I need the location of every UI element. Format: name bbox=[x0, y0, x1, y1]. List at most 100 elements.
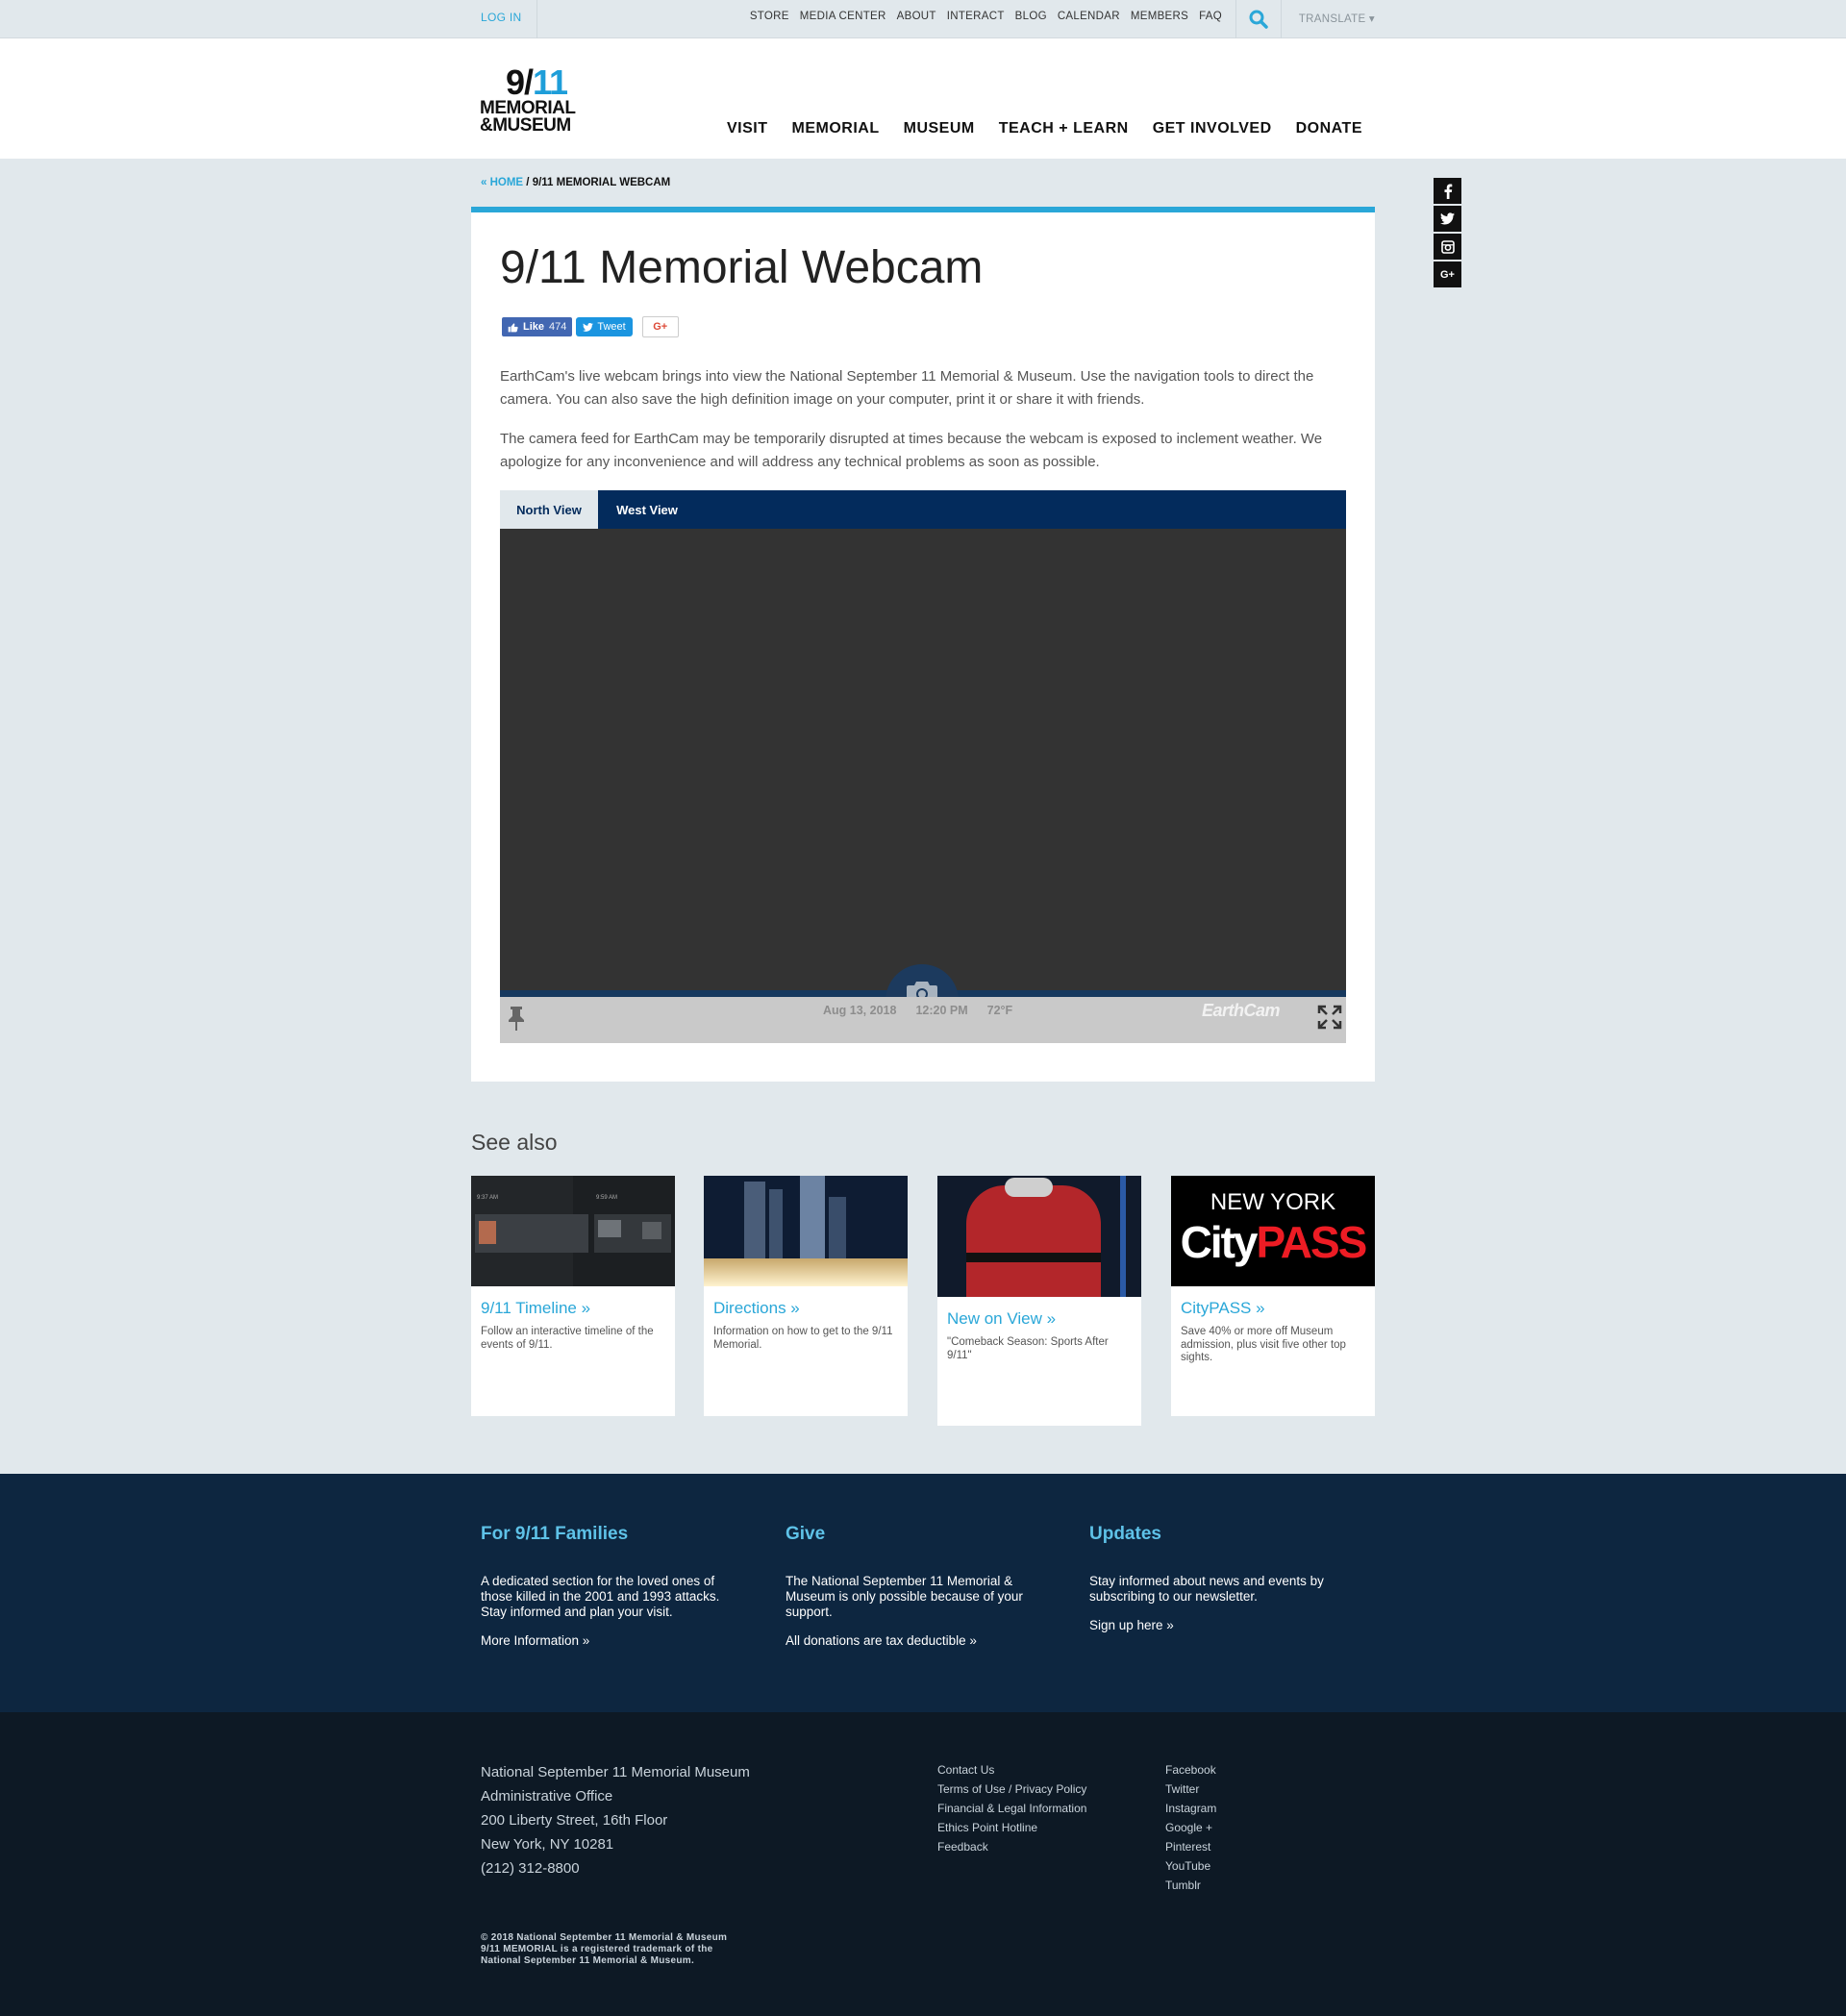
info-band: For 9/11 Families A dedicated section fo… bbox=[0, 1474, 1846, 1712]
pin-icon[interactable] bbox=[506, 1005, 527, 1032]
footer-link-facebook[interactable]: Facebook bbox=[1165, 1760, 1216, 1780]
see-also-card-new-on-view[interactable]: New on View » "Comeback Season: Sports A… bbox=[937, 1176, 1141, 1426]
google-plus-button[interactable]: G+ bbox=[641, 316, 679, 337]
webcam-viewport[interactable] bbox=[500, 529, 1346, 990]
give-link[interactable]: All donations are tax deductible » bbox=[786, 1633, 1045, 1648]
webcam-temperature: 72°F bbox=[986, 1004, 1013, 1017]
search-icon bbox=[1249, 10, 1268, 29]
footer-link-google-plus[interactable]: Google + bbox=[1165, 1818, 1216, 1837]
nav-get-involved[interactable]: GET INVOLVED bbox=[1153, 120, 1272, 137]
footer-link-pinterest[interactable]: Pinterest bbox=[1165, 1837, 1216, 1856]
like-count: 474 bbox=[549, 321, 567, 333]
footer-link-contact[interactable]: Contact Us bbox=[937, 1760, 1086, 1780]
footer-link-tumblr[interactable]: Tumblr bbox=[1165, 1876, 1216, 1895]
google-plus-icon[interactable]: G+ bbox=[1434, 261, 1461, 287]
utility-bar: LOG IN STORE MEDIA CENTER ABOUT INTERACT… bbox=[0, 0, 1846, 38]
timeline-thumbnail: 9:37 AM 9:59 AM bbox=[471, 1176, 675, 1286]
see-also-card-citypass[interactable]: NEW YORK CityPASS CityPASS » Save 40% or… bbox=[1171, 1176, 1375, 1416]
search-button[interactable] bbox=[1235, 0, 1282, 38]
footer-link-financial[interactable]: Financial & Legal Information bbox=[937, 1799, 1086, 1818]
timeline-thumb-time-1: 9:37 AM bbox=[477, 1195, 499, 1201]
util-link-blog[interactable]: BLOG bbox=[1015, 11, 1047, 22]
updates-heading: Updates bbox=[1089, 1524, 1161, 1544]
earthcam-logo: EarthCam bbox=[1202, 1001, 1281, 1020]
give-text: The National September 11 Memorial & Mus… bbox=[786, 1574, 1023, 1619]
tweet-button[interactable]: Tweet bbox=[576, 317, 633, 336]
see-also-desc-timeline: Follow an interactive timeline of the ev… bbox=[481, 1326, 654, 1351]
copyright-notice: © 2018 National September 11 Memorial & … bbox=[481, 1932, 727, 1967]
webcam-stats: Aug 13, 2018 12:20 PM 72°F bbox=[823, 1004, 1012, 1017]
util-link-members[interactable]: MEMBERS bbox=[1131, 11, 1188, 22]
footer-link-feedback[interactable]: Feedback bbox=[937, 1837, 1086, 1856]
instagram-icon[interactable] bbox=[1434, 234, 1461, 260]
tab-north-view[interactable]: North View bbox=[500, 490, 598, 529]
families-heading: For 9/11 Families bbox=[481, 1524, 629, 1544]
see-also-desc-new-on-view: "Comeback Season: Sports After 9/11" bbox=[947, 1336, 1109, 1361]
share-buttons: Like 474 Tweet G+ bbox=[502, 316, 679, 337]
login-link[interactable]: LOG IN bbox=[481, 11, 521, 24]
webcam-time: 12:20 PM bbox=[915, 1004, 968, 1017]
page-title: 9/11 Memorial Webcam bbox=[500, 242, 984, 293]
util-link-interact[interactable]: INTERACT bbox=[947, 11, 1005, 22]
citypass-logo-top: NEW YORK bbox=[1210, 1189, 1336, 1215]
families-link[interactable]: More Information » bbox=[481, 1633, 740, 1648]
util-link-faq[interactable]: FAQ bbox=[1199, 11, 1222, 22]
citypass-logo-pass: PASS bbox=[1256, 1217, 1368, 1267]
footer-link-twitter[interactable]: Twitter bbox=[1165, 1780, 1216, 1799]
breadcrumb-home[interactable]: « HOME bbox=[481, 177, 523, 188]
utility-nav: STORE MEDIA CENTER ABOUT INTERACT BLOG C… bbox=[750, 11, 1222, 22]
like-label: Like bbox=[523, 321, 545, 333]
webcam-tabs: North View West View bbox=[500, 490, 1346, 529]
logo-num-b: 11 bbox=[532, 62, 568, 102]
updates-column: Updates Stay informed about news and eve… bbox=[1089, 1524, 1349, 1632]
see-also-heading: See also bbox=[471, 1130, 558, 1155]
site-logo[interactable]: 9/11 MEMORIAL &MUSEUM bbox=[480, 62, 593, 136]
breadcrumb: « HOME / 9/11 MEMORIAL WEBCAM bbox=[481, 177, 670, 188]
give-heading: Give bbox=[786, 1524, 826, 1544]
see-also-title-timeline[interactable]: 9/11 Timeline » bbox=[481, 1299, 665, 1318]
nav-visit[interactable]: VISIT bbox=[727, 120, 768, 137]
see-also-card-timeline[interactable]: 9:37 AM 9:59 AM 9/11 Timeline » Follow a… bbox=[471, 1176, 675, 1416]
util-link-media-center[interactable]: MEDIA CENTER bbox=[800, 11, 886, 22]
footer-link-terms[interactable]: Terms of Use / Privacy Policy bbox=[937, 1780, 1086, 1799]
nav-museum[interactable]: MUSEUM bbox=[904, 120, 975, 137]
see-also-card-directions[interactable]: Directions » Information on how to get t… bbox=[704, 1176, 908, 1416]
facebook-icon[interactable] bbox=[1434, 178, 1461, 204]
address-line: New York, NY 10281 bbox=[481, 1836, 614, 1853]
nav-donate[interactable]: DONATE bbox=[1296, 120, 1362, 137]
footer-link-instagram[interactable]: Instagram bbox=[1165, 1799, 1216, 1818]
tweet-label: Tweet bbox=[597, 321, 626, 333]
see-also-title-citypass[interactable]: CityPASS » bbox=[1181, 1299, 1365, 1318]
copyright-line: 9/11 MEMORIAL is a registered trademark … bbox=[481, 1944, 713, 1954]
see-also-title-directions[interactable]: Directions » bbox=[713, 1299, 898, 1318]
footer-link-youtube[interactable]: YouTube bbox=[1165, 1856, 1216, 1876]
address-line: Administrative Office bbox=[481, 1788, 613, 1804]
util-link-store[interactable]: STORE bbox=[750, 11, 789, 22]
footer-links-social: Facebook Twitter Instagram Google + Pint… bbox=[1165, 1760, 1216, 1895]
facebook-like-button[interactable]: Like 474 bbox=[502, 317, 573, 336]
util-link-about[interactable]: ABOUT bbox=[897, 11, 936, 22]
see-also-desc-citypass: Save 40% or more off Museum admission, p… bbox=[1181, 1326, 1346, 1363]
main-nav: VISIT MEMORIAL MUSEUM TEACH + LEARN GET … bbox=[727, 120, 1362, 137]
updates-link[interactable]: Sign up here » bbox=[1089, 1618, 1349, 1632]
twitter-icon[interactable] bbox=[1434, 206, 1461, 232]
social-share-bar: G+ bbox=[1434, 178, 1461, 289]
webcam-date: Aug 13, 2018 bbox=[823, 1004, 897, 1017]
citypass-logo: NEW YORK CityPASS bbox=[1171, 1176, 1375, 1286]
give-column: Give The National September 11 Memorial … bbox=[786, 1524, 1045, 1648]
timeline-thumb-time-2: 9:59 AM bbox=[596, 1195, 618, 1201]
site-header: 9/11 MEMORIAL &MUSEUM bbox=[0, 38, 1846, 159]
footer-links-legal: Contact Us Terms of Use / Privacy Policy… bbox=[937, 1760, 1086, 1856]
address-line: National September 11 Memorial Museum bbox=[481, 1764, 750, 1780]
copyright-line: © 2018 National September 11 Memorial & … bbox=[481, 1932, 728, 1943]
translate-dropdown[interactable]: TRANSLATE ▾ bbox=[1299, 12, 1375, 25]
nav-teach-learn[interactable]: TEACH + LEARN bbox=[999, 120, 1129, 137]
tab-west-view[interactable]: West View bbox=[598, 490, 696, 529]
see-also-title-new-on-view[interactable]: New on View » bbox=[947, 1309, 1132, 1329]
util-link-calendar[interactable]: CALENDAR bbox=[1058, 11, 1120, 22]
footer-link-ethics[interactable]: Ethics Point Hotline bbox=[937, 1818, 1086, 1837]
site-footer: National September 11 Memorial Museum Ad… bbox=[0, 1712, 1846, 2016]
fullscreen-icon[interactable] bbox=[1317, 1005, 1342, 1030]
breadcrumb-current: 9/11 MEMORIAL WEBCAM bbox=[532, 177, 671, 188]
nav-memorial[interactable]: MEMORIAL bbox=[792, 120, 880, 137]
